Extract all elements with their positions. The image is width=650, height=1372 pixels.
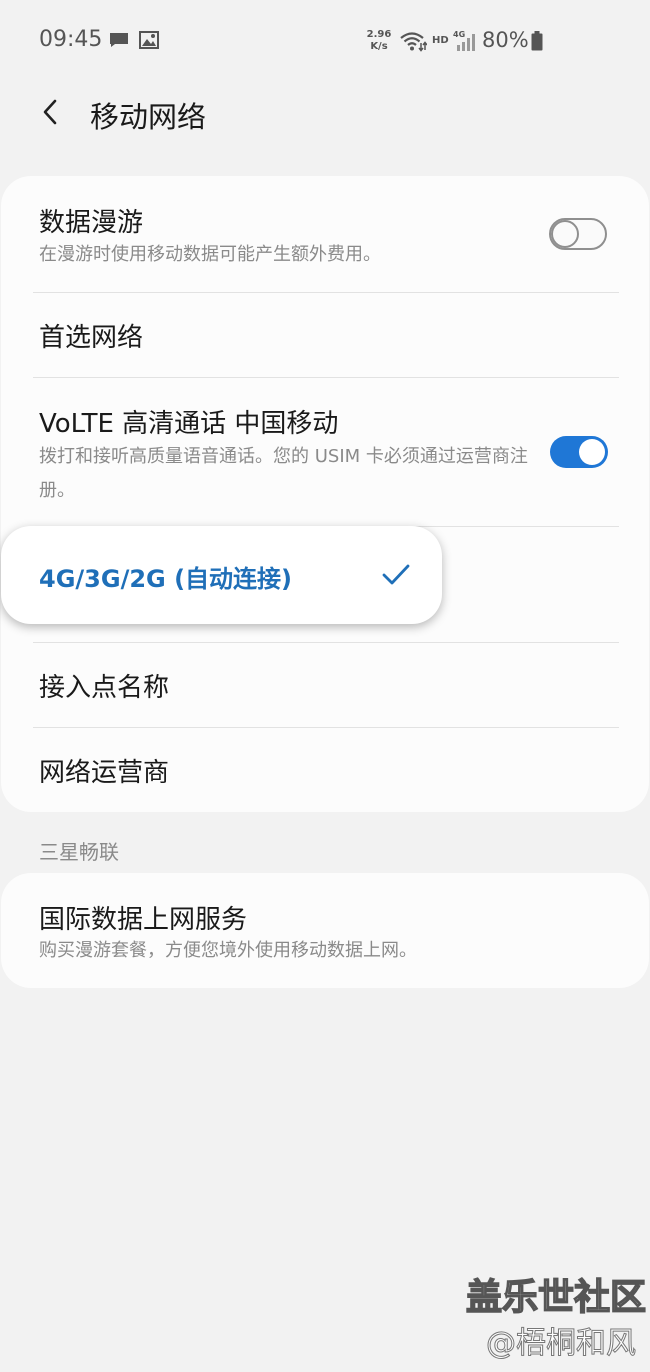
app-header: 移动网络 (0, 84, 650, 154)
intl-data-subtitle: 购买漫游套餐，方便您境外使用移动数据上网。 (39, 940, 417, 961)
network-operator-title: 网络运营商 (39, 758, 170, 788)
check-icon (382, 564, 410, 585)
settings-card: 数据漫游 在漫游时使用移动数据可能产生额外费用。 首选网络 VoLTE 高清通话… (1, 176, 649, 812)
network-mode-popup[interactable]: 4G/3G/2G (自动连接) (1, 526, 442, 624)
battery-icon (531, 31, 543, 51)
apn-title: 接入点名称 (39, 673, 170, 703)
section-header-samsung: 三星畅联 (39, 840, 119, 864)
network-speed: 2.96 K/s (364, 29, 394, 53)
status-time: 09:45 (39, 27, 103, 52)
network-mode-option[interactable]: 4G/3G/2G (自动连接) (39, 559, 292, 594)
speed-unit: K/s (370, 41, 388, 52)
back-button[interactable] (30, 92, 70, 132)
image-icon (139, 31, 159, 49)
intl-data-title: 国际数据上网服务 (39, 905, 248, 935)
apn-row[interactable]: 接入点名称 (1, 643, 649, 727)
toggle-knob (551, 220, 579, 248)
battery-percent: 80% (482, 28, 529, 52)
toggle-knob (579, 439, 605, 465)
volte-subtitle: 拨打和接听高质量语音通话。您的 USIM 卡必须通过运营商注册。 (39, 446, 528, 501)
data-roaming-subtitle: 在漫游时使用移动数据可能产生额外费用。 (39, 244, 381, 265)
status-bar: 09:45 2.96 K/s HD 4G 80% (0, 0, 650, 84)
message-icon (110, 33, 128, 47)
watermark-author: @梧桐和风 (486, 1326, 637, 1362)
samsung-card: 国际数据上网服务 购买漫游套餐，方便您境外使用移动数据上网。 (1, 873, 649, 988)
watermark-community: 盖乐世社区 (465, 1276, 647, 1319)
volte-title: VoLTE 高清通话 中国移动 (39, 409, 339, 439)
speed-value: 2.96 (366, 29, 392, 40)
data-roaming-row[interactable]: 数据漫游 在漫游时使用移动数据可能产生额外费用。 (1, 176, 649, 292)
intl-data-row[interactable]: 国际数据上网服务 购买漫游套餐，方便您境外使用移动数据上网。 (1, 873, 649, 988)
back-arrow-icon (43, 99, 57, 125)
data-roaming-toggle[interactable] (549, 218, 607, 250)
volte-toggle[interactable] (550, 436, 608, 468)
network-operator-row[interactable]: 网络运营商 (1, 728, 649, 812)
preferred-network-row[interactable]: 首选网络 (1, 293, 649, 377)
preferred-network-title: 首选网络 (39, 323, 144, 353)
signal-icon (457, 34, 475, 51)
volte-row[interactable]: VoLTE 高清通话 中国移动 拨打和接听高质量语音通话。您的 USIM 卡必须… (1, 378, 649, 526)
hd-label: HD (432, 35, 449, 46)
data-roaming-title: 数据漫游 (39, 208, 144, 238)
page-title: 移动网络 (90, 100, 207, 134)
wifi-icon (400, 32, 427, 52)
